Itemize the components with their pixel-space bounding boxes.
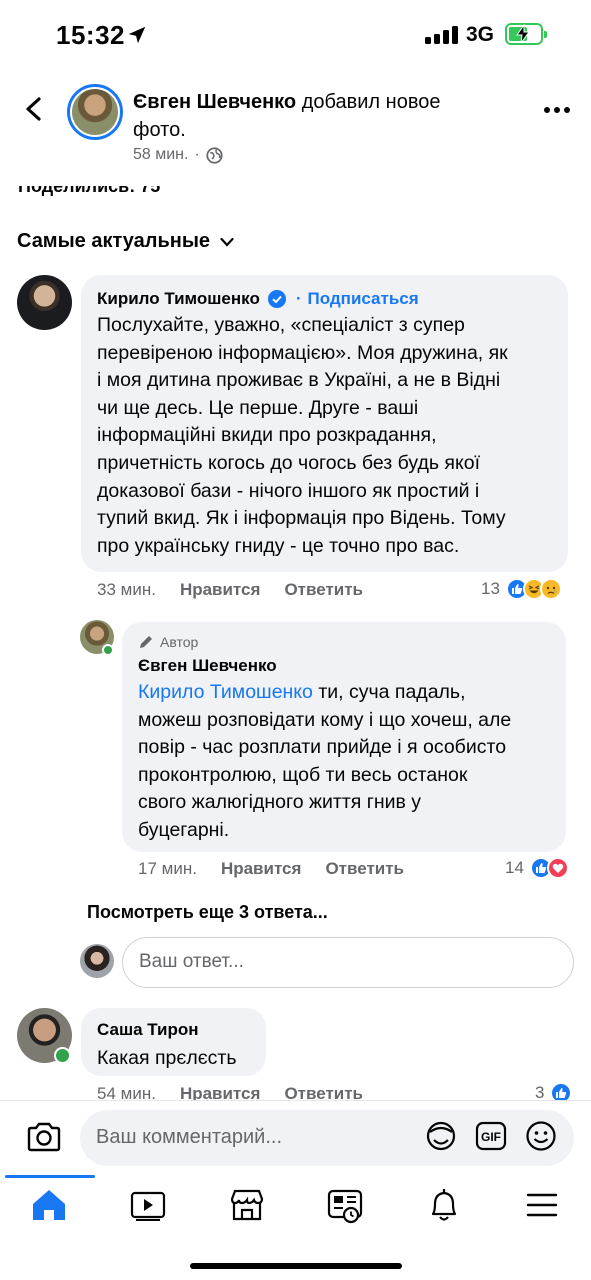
menu-icon[interactable]	[522, 1185, 562, 1225]
bell-icon[interactable]	[424, 1185, 464, 1225]
comment-line: повір - час розплати прийде і я особисто	[138, 736, 507, 759]
gif-icon[interactable]: GIF	[475, 1120, 507, 1152]
back-arrow-icon[interactable]	[22, 96, 46, 122]
verified-badge-icon	[267, 290, 286, 308]
home-indicator	[190, 1263, 402, 1269]
comment-author-name[interactable]: Кирило Тимошенко	[97, 289, 260, 309]
comment-line: чи ще десь. Це перше. Друге - ваші	[97, 396, 419, 419]
view-more-replies-link[interactable]: Посмотреть еще 3 ответа...	[87, 902, 328, 923]
reactions-count: 13	[481, 579, 500, 598]
reply-button[interactable]: Ответить	[325, 859, 404, 879]
more-options-icon[interactable]	[544, 107, 570, 113]
author-tag-label: Автор	[160, 634, 199, 650]
post-time[interactable]: 58 мин.	[133, 146, 188, 164]
avatar-sticker-icon[interactable]	[425, 1120, 457, 1152]
comment-bubble: Саша Тирон Какая прєлєсть	[81, 1008, 266, 1076]
reply-input[interactable]: Ваш ответ...	[122, 937, 574, 988]
online-indicator	[102, 644, 114, 656]
active-tab-indicator	[5, 1175, 95, 1178]
author-tag: Автор	[138, 634, 550, 650]
comment-line: доказової бази - нічого іншого як прости…	[97, 479, 480, 502]
news-icon[interactable]	[325, 1185, 365, 1225]
sort-selector[interactable]: Самые актуальные	[17, 230, 234, 253]
reply-actions: 17 мин. Нравится Ответить	[138, 859, 404, 879]
comment-line: інформаційні вкиди про розкрадання,	[97, 424, 437, 447]
comment-line: перевіреною інформацією». Моя дружина, я…	[97, 341, 508, 364]
comment-time[interactable]: 17 мин.	[138, 859, 197, 879]
my-avatar	[80, 944, 114, 978]
location-arrow-icon	[128, 26, 146, 44]
comment-text: Послухайте, уважно, «спеціаліст з супер …	[97, 312, 552, 560]
marketplace-icon[interactable]	[227, 1185, 267, 1225]
love-reaction-icon	[546, 857, 569, 879]
status-time: 15:32	[56, 20, 125, 50]
comment-line: про українську гниду - це точно про вас.	[97, 534, 460, 557]
separator-dot: ·	[295, 289, 302, 308]
like-button[interactable]: Нравится	[180, 580, 261, 600]
status-bar: 15:32 3G	[0, 0, 591, 70]
reply-author-name[interactable]: Євген Шевченко	[138, 656, 550, 676]
comment-time[interactable]: 33 мин.	[97, 580, 156, 600]
comment-line: буцегарні.	[138, 818, 230, 841]
post-meta: 58 мин. ·	[133, 146, 223, 164]
post-header: Євген Шевченко добавил новое фото. 58 ми…	[0, 70, 591, 185]
svg-text:GIF: GIF	[481, 1130, 501, 1144]
home-icon[interactable]	[29, 1185, 69, 1225]
emoji-icon[interactable]	[525, 1120, 557, 1152]
comment-composer: Ваш комментарий... GIF	[0, 1100, 591, 1175]
subscribe-button[interactable]: Подписаться	[308, 289, 419, 309]
sad-reaction-icon	[539, 578, 562, 600]
chevron-down-icon	[220, 237, 234, 247]
video-icon[interactable]	[128, 1185, 168, 1225]
network-type: 3G	[466, 23, 495, 46]
comment-line: свого жалюгідного життя гнив у	[138, 791, 422, 814]
author-avatar[interactable]	[67, 84, 123, 140]
bottom-tab-bar	[0, 1175, 591, 1280]
online-indicator	[54, 1047, 71, 1064]
comment-actions: 33 мин. Нравится Ответить	[97, 580, 363, 600]
reactions-count: 14	[505, 858, 524, 877]
comment-bubble: Кирило Тимошенко · Подписаться Послухайт…	[81, 275, 568, 572]
comment-line: Послухайте, уважно, «спеціаліст з супер	[97, 314, 465, 336]
mention-link[interactable]: Кирило Тимошенко	[138, 681, 313, 703]
commenter-avatar[interactable]	[17, 275, 72, 330]
post-title: Євген Шевченко добавил новое фото.	[133, 88, 493, 144]
comment-author-name[interactable]: Саша Тирон	[97, 1020, 250, 1040]
comment-line-rest: ти, суча падаль,	[312, 681, 466, 703]
meta-dot: ·	[194, 146, 200, 163]
comment-author-row: Кирило Тимошенко · Подписаться	[97, 289, 552, 309]
shares-mask	[0, 176, 591, 186]
like-button[interactable]: Нравится	[221, 859, 302, 879]
reactions-summary[interactable]: 13	[481, 578, 562, 600]
comment-line: Кирило Тимошенко ти, суча падаль,	[138, 679, 550, 707]
comment-text: Какая прєлєсть	[97, 1047, 237, 1069]
charging-bolt-icon	[516, 24, 530, 44]
pencil-icon	[140, 636, 152, 648]
comment-line: і моя дитина проживає в Україні, а не в …	[97, 369, 501, 392]
reply-bubble: Автор Євген Шевченко Кирило Тимошенко ти…	[122, 622, 566, 852]
reactions-summary[interactable]: 14	[505, 857, 569, 879]
comment-line: причетність когось до чогось без будь як…	[97, 451, 480, 474]
comment-line: тупий вкид. Як і інформація про Відень. …	[97, 507, 506, 530]
comment-line: можеш розповідати кому і що хочеш, але	[138, 708, 512, 731]
comment-line: проконтролюю, щоб ти весь останок	[138, 763, 468, 786]
globe-icon	[206, 146, 223, 164]
post-author-name[interactable]: Євген Шевченко	[133, 91, 296, 113]
signal-icon	[425, 26, 458, 44]
sort-label: Самые актуальные	[17, 230, 211, 252]
reply-text: Кирило Тимошенко ти, суча падаль, можеш …	[138, 679, 550, 845]
camera-icon[interactable]	[26, 1121, 62, 1153]
reply-button[interactable]: Ответить	[284, 580, 363, 600]
